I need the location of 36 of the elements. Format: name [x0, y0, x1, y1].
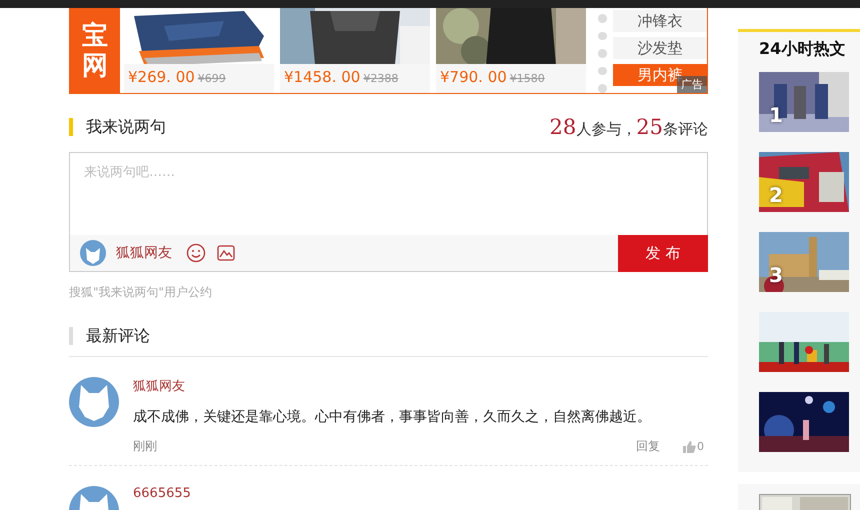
user-name[interactable]: 狐狐网友 — [116, 244, 172, 262]
product-card[interactable]: ¥790. 00 ¥1580 — [436, 8, 586, 93]
like-count: 0 — [697, 440, 704, 453]
section-title: 最新评论 — [69, 327, 150, 345]
reply-link[interactable]: 回复 — [636, 438, 660, 455]
old-price: ¥699 — [198, 72, 226, 85]
product-card[interactable]: ¥269. 00 ¥699 — [124, 8, 274, 93]
submit-button[interactable]: 发 布 — [618, 234, 708, 272]
carousel-dot[interactable] — [598, 32, 607, 40]
carousel-dot[interactable] — [598, 49, 607, 58]
comment-stats: 28人参与，25条评论 — [550, 115, 708, 139]
price: ¥790. 00 — [440, 68, 507, 86]
panel-title: 24小时热文 — [759, 39, 846, 60]
comment-input[interactable]: 来说两句吧…… — [69, 152, 708, 235]
price: ¥269. 00 — [128, 68, 195, 86]
category-tab[interactable]: 冲锋衣 — [613, 10, 707, 32]
avatar-icon — [69, 377, 119, 427]
product-card[interactable]: ¥1458. 00 ¥2388 — [280, 8, 430, 93]
old-price: ¥1580 — [510, 72, 545, 85]
logo: 宝网 — [70, 8, 120, 93]
old-price: ¥2388 — [363, 72, 398, 85]
section-title: 我来说两句 — [69, 118, 166, 136]
avatar-icon — [80, 240, 106, 266]
carousel-dot[interactable] — [598, 14, 607, 23]
comment-time: 刚刚 — [133, 438, 157, 455]
rank-number: 2 — [769, 184, 783, 206]
carousel-dot[interactable] — [598, 66, 607, 76]
thumb-up-icon[interactable] — [682, 440, 696, 453]
image-icon[interactable] — [216, 243, 236, 263]
comment-author[interactable]: 狐狐网友 — [133, 377, 708, 395]
category-tab[interactable]: 沙发垫 — [613, 37, 707, 59]
comment-author[interactable]: 6665655 — [133, 486, 708, 501]
carousel-dot[interactable] — [598, 84, 607, 93]
emoji-icon[interactable] — [186, 243, 206, 263]
price: ¥1458. 00 — [284, 68, 360, 86]
comment-text: 成不成佛，关键还是靠心境。心中有佛者，事事皆向善，久而久之，自然离佛越近。 — [133, 408, 652, 426]
